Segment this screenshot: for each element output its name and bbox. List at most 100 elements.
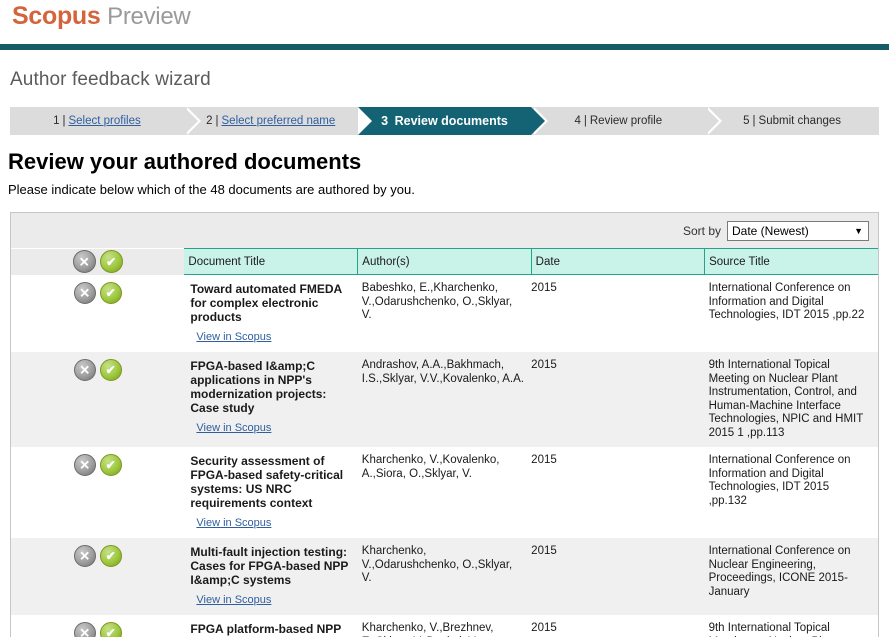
authors-cell: Andrashov, A.A.,Bakhmach, I.S.,Sklyar, V… — [357, 352, 532, 447]
x-glyph: ✕ — [78, 254, 90, 269]
reject-all-icon[interactable]: ✕ — [72, 250, 96, 273]
step-1-label[interactable]: Select profiles — [68, 115, 140, 127]
reject-document-icon[interactable]: ✕ — [73, 359, 96, 381]
date-cell: 2015 — [531, 352, 705, 447]
documents-table: ✕ ✔ Document Title Author(s) Date Source … — [11, 248, 878, 637]
accept-all-icon[interactable]: ✔ — [99, 250, 123, 273]
reject-document-icon[interactable]: ✕ — [73, 622, 96, 637]
source-title-cell: 9th International Topical Meeting on Nuc… — [704, 615, 878, 637]
wizard-title: Author feedback wizard — [10, 69, 211, 90]
table-row: ✕✔FPGA platform-based NPP I&amp;C system… — [11, 615, 878, 637]
authors-cell: Kharchenko, V.,Odarushchenko, O.,Sklyar,… — [357, 538, 532, 615]
table-row: ✕ ✔ Toward automated FMEDA for complex ele… — [11, 274, 878, 352]
page-subtitle: Please indicate below which of the 48 do… — [8, 182, 415, 197]
document-title-cell: Multi-fault injection testing: Cases for… — [184, 538, 358, 615]
x-glyph: ✕ — [79, 285, 91, 300]
source-title-cell: 9th International Topical Meeting on Nuc… — [704, 352, 878, 447]
document-title-cell: FPGA-based I&amp;C applications in NPP's… — [184, 352, 358, 447]
view-in-scopus-link[interactable]: View in Scopus — [196, 422, 271, 434]
reject-document-icon[interactable]: ✕ — [73, 281, 96, 304]
date-cell: 2015 — [531, 447, 705, 538]
column-header-authors[interactable]: Author(s) — [357, 248, 532, 275]
column-header-source-title[interactable]: Source Title — [704, 248, 878, 275]
document-title-cell: FPGA platform-based NPP I&amp;C systems:… — [184, 615, 358, 637]
step-1-separator: | — [62, 115, 66, 127]
date-text: 2015 — [531, 359, 557, 371]
date-cell: 2015 — [531, 538, 705, 615]
header-select-icons-cell: ✕ ✔ — [11, 248, 185, 275]
accept-document-icon[interactable]: ✔ — [99, 454, 122, 476]
brand-name: Scopus — [12, 2, 101, 30]
table-body: ✕ ✔ Toward automated FMEDA for complex ele… — [11, 274, 878, 637]
step-2-separator: | — [215, 115, 219, 127]
table-header-row: ✕ ✔ Document Title Author(s) Date Source … — [11, 248, 878, 275]
brand-suffix: Preview — [107, 3, 191, 30]
table-head: ✕ ✔ Document Title Author(s) Date Source … — [11, 248, 878, 275]
check-glyph: ✔ — [105, 549, 116, 563]
authors-text: Kharchenko, V.,Brezhnev, E.,Sklyar, V.,D… — [361, 622, 494, 637]
x-glyph: ✕ — [79, 548, 91, 564]
page-title: Review your authored documents — [8, 149, 362, 174]
column-header-date[interactable]: Date — [531, 248, 706, 275]
row-select-cell: ✕ ✔ — [11, 352, 185, 447]
step-5-label: Submit changes — [758, 115, 842, 127]
row-select-cell: ✕ ✔ — [11, 538, 185, 615]
date-text: 2015 — [531, 454, 557, 466]
wizard-step-3-active[interactable]: 3 Review documents — [354, 107, 549, 135]
wizard-step-1[interactable]: 1 | Select profiles — [10, 107, 201, 135]
row-select-cell: ✕ ✔ — [11, 615, 185, 637]
document-title: FPGA-based I&amp;C applications in NPP's… — [190, 359, 327, 415]
reject-document-icon[interactable]: ✕ — [73, 454, 96, 476]
wizard-step-bar: 1 | Select profiles 2 | Select preferred nam… — [10, 107, 879, 135]
check-glyph: ✔ — [105, 363, 116, 377]
accept-document-icon[interactable]: ✔ — [99, 545, 122, 567]
source-title-text: 9th International Topical Meeting on Nuc… — [708, 359, 864, 439]
table-row: ✕ ✔ Security assessment of FPGA-based safe… — [11, 447, 878, 538]
authors-cell: Kharchenko, V.,Brezhnev, E.,Sklyar, V.,D… — [357, 615, 532, 637]
scopus-logo[interactable]: Scopus Preview — [12, 2, 191, 31]
date-text: 2015 — [531, 545, 557, 557]
chevron-down-icon: ▼ — [854, 225, 863, 236]
step-4-number: 4 — [574, 115, 581, 127]
wizard-step-5[interactable]: 5 | Submit changes — [705, 107, 879, 135]
sort-by-select[interactable]: Date (Newest) ▼ — [727, 220, 869, 241]
view-in-scopus-link[interactable]: View in Scopus — [196, 594, 271, 606]
step-1-number: 1 — [53, 115, 60, 127]
step-4-label: Review profile — [589, 115, 663, 127]
step-3-label: Review documents — [394, 114, 508, 128]
check-glyph: ✔ — [105, 626, 116, 637]
view-in-scopus-link[interactable]: View in Scopus — [196, 517, 271, 529]
accept-document-icon[interactable]: ✔ — [99, 622, 122, 637]
accept-document-icon[interactable]: ✔ — [99, 359, 122, 381]
row-select-cell: ✕ ✔ — [11, 447, 185, 538]
wizard-step-2[interactable]: 2 | Select preferred name — [183, 107, 375, 135]
table-row: ✕ ✔ Multi-fault injection testing: Cases f… — [11, 538, 878, 615]
document-title: Toward automated FMEDA for complex elect… — [190, 282, 342, 324]
date-cell: 2015 — [531, 615, 705, 637]
source-title-text: 9th International Topical Meeting on Nuc… — [708, 622, 838, 637]
check-glyph: ✔ — [105, 458, 116, 472]
date-cell: 2015 — [531, 274, 705, 352]
sort-by-value: Date (Newest) — [732, 223, 809, 238]
authors-cell: Kharchenko, V.,Kovalenko, A.,Siora, O.,S… — [357, 447, 532, 538]
authors-text: Babeshko, E.,Kharchenko, V.,Odarushchenk… — [361, 282, 513, 321]
step-3-left-notch-inner — [357, 107, 372, 135]
step-2-label[interactable]: Select preferred name — [222, 115, 336, 127]
source-title-cell: International Conference on Information … — [704, 274, 878, 352]
authors-text: Kharchenko, V.,Odarushchenko, O.,Sklyar,… — [361, 545, 513, 584]
x-glyph: ✕ — [79, 362, 91, 378]
document-title-cell: Toward automated FMEDA for complex elect… — [184, 274, 358, 352]
brand-header: Scopus Preview — [0, 0, 889, 44]
table-row: ✕ ✔ FPGA-based I&amp;C applications in NPP… — [11, 352, 878, 447]
accept-document-icon[interactable]: ✔ — [99, 281, 122, 304]
date-text: 2015 — [531, 282, 557, 294]
wizard-step-4[interactable]: 4 | Review profile — [531, 107, 722, 135]
documents-panel: Sort by Date (Newest) ▼ ✕ ✔ Document Titl… — [10, 212, 879, 637]
step-2-number: 2 — [206, 115, 213, 127]
step-5-separator: | — [752, 115, 756, 127]
view-in-scopus-link[interactable]: View in Scopus — [196, 331, 271, 343]
column-header-document-title[interactable]: Document Title — [184, 248, 359, 275]
document-title: FPGA platform-based NPP I&amp;C systems:… — [190, 622, 342, 637]
reject-document-icon[interactable]: ✕ — [73, 545, 96, 567]
authors-text: Andrashov, A.A.,Bakhmach, I.S.,Sklyar, V… — [361, 359, 524, 385]
